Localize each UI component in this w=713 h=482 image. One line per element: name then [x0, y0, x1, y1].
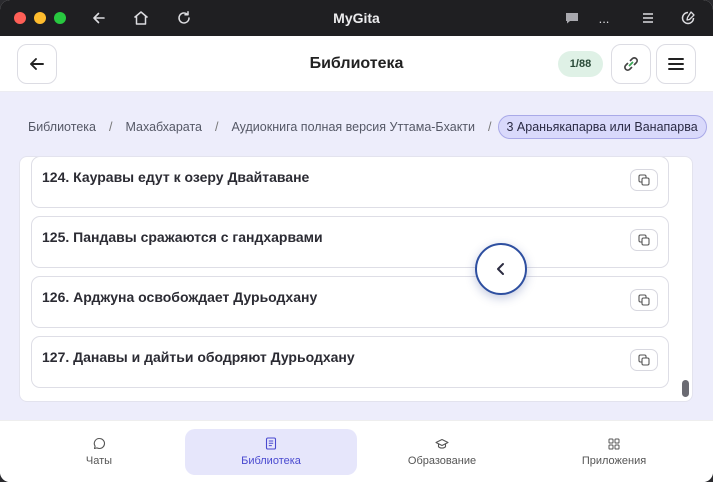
nav-item-label: Чаты [85, 455, 113, 467]
link-icon [621, 54, 641, 74]
chat-icon [93, 437, 106, 450]
title-bar: MyGita ... [0, 0, 713, 36]
menu-icon[interactable] [638, 8, 658, 28]
breadcrumb-item-library[interactable]: Библиотека [28, 120, 96, 134]
content-area: Библиотека / Махабхарата / Аудиокнига по… [0, 92, 713, 420]
copy-button[interactable] [630, 169, 658, 191]
breadcrumb: Библиотека / Махабхарата / Аудиокнига по… [28, 115, 707, 139]
nav-item-education[interactable]: Образование [357, 429, 527, 475]
breadcrumb-separator: / [108, 120, 113, 134]
list-item-title: 125. Пандавы сражаются с гандхарвами [42, 229, 323, 245]
app-header: Библиотека 1/88 [0, 36, 713, 92]
chat-bubble-icon[interactable] [562, 8, 582, 28]
breadcrumb-separator: / [488, 120, 492, 134]
copy-icon [638, 174, 650, 186]
collapse-panel-button[interactable] [475, 243, 527, 295]
breadcrumb-item-mahabharata[interactable]: Махабхарата [125, 120, 202, 134]
nav-item-label: Библиотека [241, 455, 301, 467]
copy-icon [638, 354, 650, 366]
copy-icon [638, 234, 650, 246]
breadcrumb-separator: / [215, 120, 219, 134]
scrollbar[interactable] [682, 157, 690, 401]
list-item-title: 127. Данавы и дайтьи ободряют Дурьодхану [42, 349, 355, 365]
graduation-cap-icon [435, 438, 449, 450]
breadcrumb-item-audiobook[interactable]: Аудиокнига полная версия Уттама-Бхакти [231, 120, 475, 134]
nav-item-label: Приложения [581, 454, 647, 467]
list-item[interactable]: 126. Арджуна освобождает Дурьодхану [31, 276, 669, 328]
nav-item-chats[interactable]: Чаты [14, 429, 184, 475]
chevron-left-icon [493, 261, 509, 277]
copy-icon [638, 294, 650, 306]
copy-button[interactable] [630, 289, 658, 311]
grid-icon [608, 438, 620, 450]
menu-button[interactable] [656, 44, 696, 84]
app-window: MyGita ... Библиотека 1/88 Библиотека / … [0, 0, 713, 482]
settings-icon[interactable] [678, 8, 698, 28]
list-item-title: 124. Кауравы едут к озеру Двайтаване [42, 169, 310, 185]
nav-item-label: Образование [407, 454, 477, 467]
chapter-list: 124. Кауравы едут к озеру Двайтаване 125… [19, 156, 693, 402]
nav-item-library[interactable]: Библиотека [185, 429, 357, 475]
list-item-title: 126. Арджуна освобождает Дурьодхану [42, 289, 318, 305]
copy-button[interactable] [630, 229, 658, 251]
breadcrumb-item-current[interactable]: 3 Араньякапарва или Ванапарва [497, 115, 707, 139]
link-button[interactable] [611, 44, 651, 84]
nav-item-apps[interactable]: Приложения [528, 429, 700, 475]
hamburger-icon [667, 56, 685, 72]
book-icon [265, 437, 277, 450]
list-item[interactable]: 125. Пандавы сражаются с гандхарвами [31, 216, 669, 268]
page-title: Библиотека [309, 55, 404, 72]
list-item[interactable]: 127. Данавы и дайтьи ободряют Дурьодхану [31, 336, 669, 388]
list-item[interactable]: 124. Кауравы едут к озеру Двайтаване [31, 157, 669, 208]
more-icon[interactable]: ... [594, 8, 614, 28]
copy-button[interactable] [630, 349, 658, 371]
bottom-navigation: Чаты Библиотека Образование Приложения [0, 420, 713, 482]
page-counter-badge: 1/88 [558, 51, 603, 77]
scrollbar-thumb[interactable] [682, 380, 689, 397]
